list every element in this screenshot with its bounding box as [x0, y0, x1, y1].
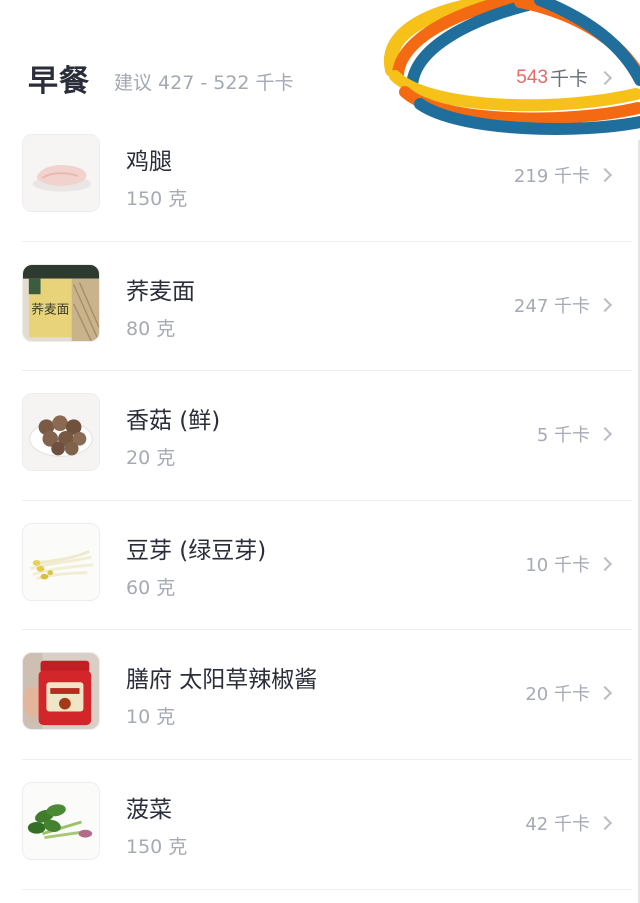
food-calories[interactable]: 10 千卡	[525, 551, 613, 577]
chevron-right-icon	[597, 297, 613, 312]
food-item-row[interactable]: 香菇 (鲜) 20 克 5 千卡	[0, 371, 640, 501]
food-amount: 20 克	[126, 447, 176, 470]
food-amount: 80 克	[126, 317, 176, 340]
spinach-icon	[22, 781, 100, 860]
chevron-right-icon	[597, 815, 613, 831]
food-list: 鸡腿 150 克 219 千卡 荞麦面 荞麦面 80 克 247 千卡 香菇 (…	[0, 112, 640, 890]
food-item-row[interactable]: 荞麦面 荞麦面 80 克 247 千卡	[0, 242, 640, 372]
row-divider	[22, 888, 632, 890]
chili-sauce-jar-icon	[22, 652, 100, 731]
food-calories[interactable]: 20 千卡	[525, 680, 613, 706]
bean-sprouts-icon	[22, 522, 100, 601]
meal-detail-screen: 早餐 建议 427 - 522 千卡 543 千卡 鸡腿 150 克 219 千…	[0, 0, 640, 903]
food-calories[interactable]: 42 千卡	[525, 810, 613, 836]
svg-text:荞麦面: 荞麦面	[31, 301, 69, 316]
buckwheat-noodles-icon: 荞麦面	[22, 263, 100, 342]
meal-total-calories-button[interactable]: 543 千卡	[516, 64, 613, 91]
chevron-right-icon	[597, 167, 613, 183]
chevron-right-icon	[597, 556, 613, 571]
food-name: 膳府 太阳草辣椒酱	[126, 667, 318, 694]
food-calories-text: 20 千卡	[525, 684, 590, 706]
food-item-row[interactable]: 鸡腿 150 克 219 千卡	[0, 112, 640, 242]
food-calories-text: 219 千卡	[513, 166, 590, 187]
food-calories[interactable]: 5 千卡	[536, 421, 613, 447]
food-calories-text: 42 千卡	[525, 813, 590, 835]
meal-total-calories-value: 543	[516, 66, 548, 88]
food-name: 鸡腿	[126, 149, 172, 175]
chevron-right-icon	[597, 70, 613, 85]
food-name: 荞麦面	[126, 278, 195, 305]
food-amount: 150 克	[126, 835, 188, 858]
food-calories[interactable]: 247 千卡	[513, 292, 613, 318]
food-calories[interactable]: 219 千卡	[513, 162, 613, 188]
food-name: 菠菜	[126, 796, 172, 823]
meal-total-calories-unit: 千卡	[549, 69, 588, 90]
food-item-row[interactable]: 豆芽 (绿豆芽) 60 克 10 千卡	[0, 501, 640, 631]
food-amount: 10 克	[126, 706, 176, 729]
food-item-row[interactable]: 膳府 太阳草辣椒酱 10 克 20 千卡	[0, 630, 640, 760]
food-name: 香菇 (鲜)	[126, 408, 221, 435]
chevron-right-icon	[597, 427, 613, 442]
food-amount: 60 克	[126, 576, 176, 599]
food-calories-text: 5 千卡	[536, 425, 590, 447]
food-item-row[interactable]: 菠菜 150 克 42 千卡	[0, 760, 640, 890]
chevron-right-icon	[597, 686, 613, 701]
meal-title: 早餐	[28, 64, 90, 99]
meal-header: 早餐 建议 427 - 522 千卡 543 千卡	[0, 56, 640, 108]
food-amount: 150 克	[126, 188, 188, 210]
food-calories-text: 247 千卡	[513, 295, 590, 317]
suggested-calorie-range: 建议 427 - 522 千卡	[114, 72, 294, 94]
food-calories-text: 10 千卡	[525, 554, 590, 576]
chicken-leg-icon	[22, 134, 100, 212]
food-name: 豆芽 (绿豆芽)	[126, 537, 267, 564]
shiitake-mushroom-icon	[22, 393, 100, 472]
